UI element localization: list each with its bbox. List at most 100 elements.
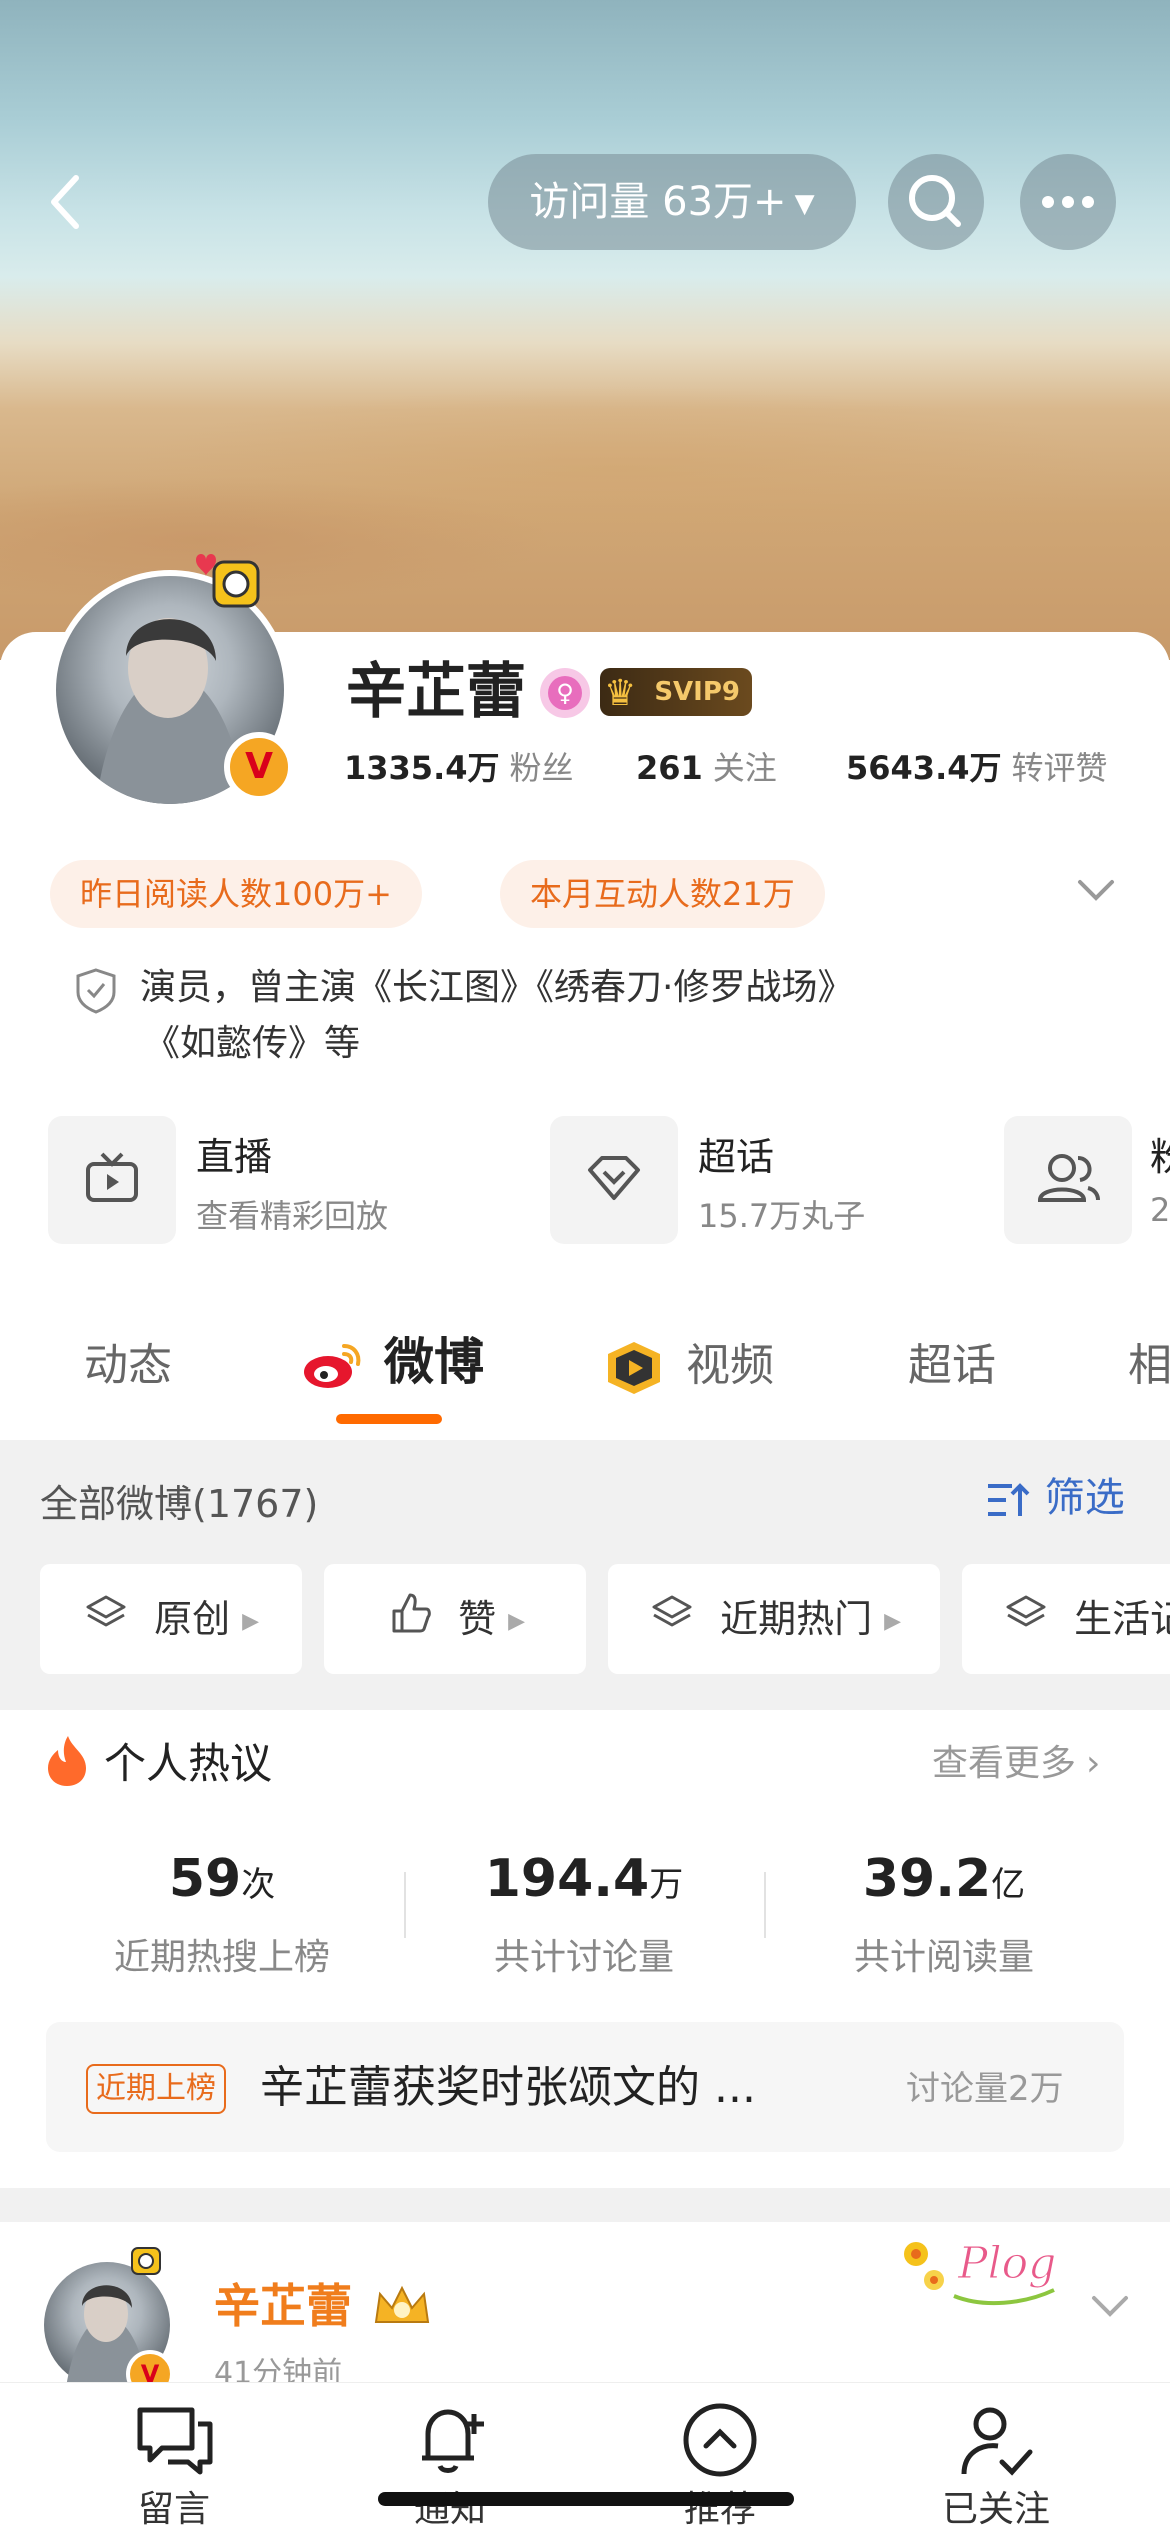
layers-icon: [650, 1567, 694, 1677]
female-icon: ♀: [540, 668, 590, 718]
live-text[interactable]: 直播 查看精彩回放: [196, 1126, 388, 1237]
hot-stat-count-unit: 次: [241, 1865, 276, 1905]
recommend-button[interactable]: 推荐: [620, 2400, 820, 2532]
stat-interactions[interactable]: 5643.4万 转评赞: [846, 746, 1108, 796]
see-more-link[interactable]: 查看更多 ›: [932, 1738, 1100, 1790]
crown-icon: ♛: [604, 673, 637, 714]
visits-dropdown[interactable]: 访问量 63万+ ▼: [488, 154, 856, 250]
hot-stat-discussion-label: 共计讨论量: [493, 1937, 674, 1978]
stat-following-value: 261: [636, 749, 703, 787]
back-arrow-icon[interactable]: [36, 170, 100, 234]
diamond-icon: [588, 1156, 640, 1200]
svip-label: SVIP9: [654, 677, 740, 707]
hot-stat-count-label: 近期热搜上榜: [113, 1937, 330, 1978]
fans-group-text[interactable]: 粉 2: [1150, 1126, 1170, 1229]
fans-group-sub: 2: [1150, 1191, 1170, 1229]
svip-badge[interactable]: ♛ SVIP9: [600, 668, 752, 716]
crown-badge-icon: [370, 2282, 434, 2332]
chip-recent-hot-label: 近期热门: [720, 1597, 873, 1641]
search-button[interactable]: [888, 154, 984, 250]
supertopic-sub: 15.7万丸子: [698, 1197, 866, 1235]
supertopic-title: 超话: [698, 1135, 775, 1179]
hot-stat-count-value: 59: [168, 1849, 242, 1909]
bell-plus-icon: [422, 2409, 484, 2473]
hot-stat-discussion-unit: 万: [649, 1865, 684, 1905]
live-sub: 查看精彩回放: [196, 1197, 389, 1235]
trend-tag: 近期上榜: [86, 2064, 226, 2114]
chevron-up-circle-icon: [683, 2403, 757, 2477]
thumbs-up-icon: [388, 1567, 432, 1677]
hot-stat-count: 59次: [42, 1844, 402, 1920]
fans-group-button[interactable]: [1004, 1116, 1132, 1244]
plog-sticker-icon: Plog: [894, 2224, 1074, 2324]
tv-icon: [86, 1152, 138, 1202]
trend-count: 讨论量2万: [906, 2069, 1064, 2109]
triangle-right-icon: ▶: [242, 1608, 260, 1634]
caret-down-icon: ▼: [794, 189, 815, 219]
weibo-logo-icon: [300, 1340, 364, 1392]
supertopic-text[interactable]: 超话 15.7万丸子: [698, 1126, 865, 1237]
user-check-icon: [961, 2407, 1033, 2476]
tab-dynamics[interactable]: 动态: [84, 1336, 172, 1396]
stat-following-label: 关注: [712, 749, 777, 787]
chip-liked[interactable]: 赞 ▶: [324, 1564, 586, 1674]
fans-group-title: 粉: [1150, 1135, 1170, 1179]
see-more-label: 查看更多: [932, 1743, 1077, 1784]
bio-line-1: 演员，曾主演《长江图》《绣春刀·修罗战场》: [140, 967, 854, 1008]
live-button[interactable]: [48, 1116, 176, 1244]
notify-button[interactable]: 通知: [350, 2400, 550, 2532]
hot-title: 个人热议: [104, 1739, 273, 1788]
visits-label: 访问量 63万+: [529, 179, 787, 225]
filter-button[interactable]: 筛选: [986, 1470, 1125, 1526]
chevron-right-icon: ›: [1086, 1743, 1101, 1784]
triangle-right-icon: ▶: [508, 1608, 526, 1634]
message-icon: [137, 2407, 213, 2475]
comment-label: 留言: [137, 2489, 210, 2530]
stat-fans-value: 1335.4万: [344, 749, 500, 787]
chip-original-label: 原创: [154, 1597, 231, 1641]
triangle-right-icon: ▶: [884, 1608, 902, 1634]
filter-label: 筛选: [1044, 1475, 1125, 1521]
trend-text[interactable]: 辛芷蕾获奖时张颂文的 ...: [260, 2058, 756, 2118]
bio: 演员，曾主演《长江图》《绣春刀·修罗战场》 《如懿传》等: [80, 960, 1100, 1072]
hot-stat-reads-label: 共计阅读量: [853, 1937, 1034, 1978]
tab-active-indicator: [336, 1414, 442, 1424]
post-author-name[interactable]: 辛芷蕾: [214, 2276, 352, 2336]
cover-banner[interactable]: [0, 0, 1170, 660]
tab-video[interactable]: 视频: [686, 1336, 774, 1396]
post-menu-chevron-icon[interactable]: [1090, 2286, 1130, 2326]
layers-icon: [84, 1567, 128, 1677]
pill-yesterday-readers[interactable]: 昨日阅读人数100万+: [50, 860, 422, 928]
home-indicator: [378, 2492, 794, 2506]
post-avatar-decoration-icon: [126, 2240, 166, 2280]
more-button[interactable]: [1020, 154, 1116, 250]
hot-stat-discussion-value: 194.4: [484, 1849, 650, 1909]
feed-count: 全部微博(1767): [40, 1482, 319, 1526]
tab-weibo[interactable]: 微博: [384, 1332, 484, 1392]
bio-line-2: 《如懿传》等: [144, 1023, 361, 1064]
supertopic-button[interactable]: [550, 1116, 678, 1244]
chip-original[interactable]: 原创 ▶: [40, 1564, 302, 1674]
followed-button[interactable]: 已关注: [896, 2400, 1096, 2532]
hot-stat-reads-unit: 亿: [991, 1865, 1026, 1905]
stat-interactions-value: 5643.4万: [846, 749, 1002, 787]
expand-chevron-icon[interactable]: [1076, 870, 1116, 910]
chip-recent-hot[interactable]: 近期热门 ▶: [608, 1564, 940, 1674]
followed-label: 已关注: [941, 2489, 1050, 2530]
plog-sticker-label: Plog: [957, 2238, 1056, 2289]
profile-name: 辛芷蕾: [346, 657, 526, 727]
pill-monthly-interactions[interactable]: 本月互动人数21万: [500, 860, 825, 928]
video-badge-icon: [602, 1338, 666, 1398]
filter-icon: [988, 1483, 1030, 1516]
section-separator: [0, 2188, 1170, 2222]
chip-liked-label: 赞: [458, 1597, 497, 1641]
tab-album[interactable]: 相: [1128, 1336, 1170, 1396]
comment-button[interactable]: 留言: [74, 2400, 274, 2532]
stat-fans[interactable]: 1335.4万 粉丝: [344, 746, 574, 796]
chip-life[interactable]: 生活记: [962, 1564, 1170, 1674]
tab-supertopic[interactable]: 超话: [908, 1336, 996, 1396]
chip-life-label: 生活记: [1074, 1597, 1170, 1641]
avatar-decoration-icon: [190, 548, 270, 620]
stat-following[interactable]: 261 关注: [636, 746, 777, 796]
hot-stat-reads-value: 39.2: [862, 1849, 992, 1909]
